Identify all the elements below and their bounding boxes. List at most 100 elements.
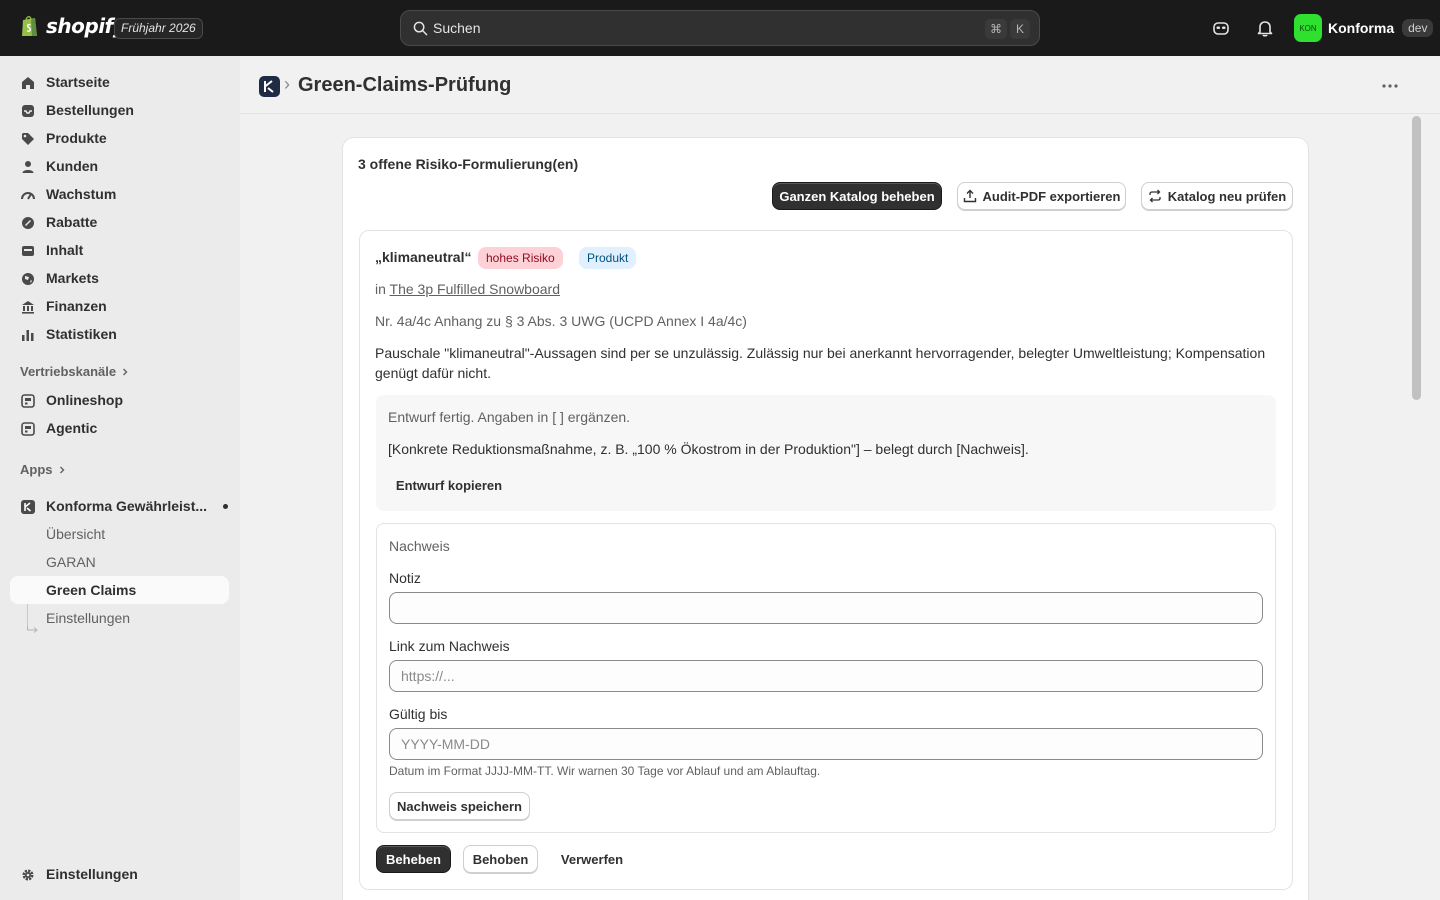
sidekick-icon [1213,22,1229,35]
store-env-badge: dev [1402,19,1434,37]
shortcut-cmd-key: ⌘ [985,19,1007,39]
sidebar-subitem-einstellungen[interactable]: Einstellungen [10,604,229,632]
sidebar-item-markets[interactable]: Markets [10,264,229,292]
refresh-icon [1149,189,1161,203]
bell-icon [1257,21,1273,37]
edition-badge[interactable]: Frühjahr 2026 [114,18,203,39]
open-risks-title: 3 offene Risiko-Formulierung(en) [358,156,579,172]
copy-draft-button[interactable]: Entwurf kopieren [388,471,510,499]
page-header: › Green-Claims-Prüfung [240,56,1440,114]
sidebar-item-bestellungen[interactable]: Bestellungen [10,96,229,124]
chevron-right-icon [59,466,64,473]
more-actions-button[interactable] [1378,74,1402,98]
sidebar-item-label: Kunden [46,158,99,174]
search-icon [413,21,428,36]
store-switcher[interactable]: KON Konforma dev [1294,14,1434,42]
home-icon [22,77,34,89]
konforma-logo-icon [264,80,274,93]
sidebar-item-produkte[interactable]: Produkte [10,124,229,152]
scrollbar-thumb[interactable] [1412,116,1421,400]
valid-until-label: Gültig bis [389,706,448,722]
sidebar-item-label: Inhalt [46,242,84,258]
search-bar[interactable]: Suchen ⌘ K [400,10,1040,46]
button-label: Verwerfen [560,851,624,867]
legal-reference: Nr. 4a/4c Anhang zu § 3 Abs. 3 UWG (UCPD… [375,313,747,329]
shopify-bag-icon [22,16,37,36]
sidebar-item-konforma-app[interactable]: Konforma Gewährleist... [10,492,229,520]
globe-icon [22,273,34,285]
mark-fixed-button[interactable]: Behoben [463,845,538,873]
apps-heading[interactable]: Apps [20,462,67,477]
sidebar-item-onlineshop[interactable]: Onlineshop [10,386,229,414]
claim-location: in The 3p Fulfilled Snowboard [375,281,560,297]
button-label: Behoben [472,851,529,867]
bank-icon [22,301,34,314]
sidebar-item-label: GARAN [46,554,96,570]
shortcut-k-key: K [1010,19,1030,39]
app-logo-icon[interactable] [259,76,280,97]
claim-explanation: Pauschale "klimaneutral"-Aussagen sind p… [375,345,1266,381]
fix-claim-button[interactable]: Beheben [376,845,451,873]
sidebar-subitem-green-claims[interactable]: Green Claims [10,576,229,604]
recheck-catalog-button[interactable]: Katalog neu prüfen [1141,182,1293,210]
sidebar-item-label: Übersicht [46,526,106,542]
sidekick-button[interactable] [1210,17,1232,39]
note-input[interactable] [389,592,1263,624]
sidebar-item-label: Markets [46,270,99,286]
sidebar-item-wachstum[interactable]: Wachstum [10,180,229,208]
sidebar-item-rabatte[interactable]: Rabatte [10,208,229,236]
sidebar-item-label: Einstellungen [46,610,131,626]
draft-status: Entwurf fertig. Angaben in [ ] ergänzen. [388,409,631,425]
sidebar-item-label: Finanzen [46,298,107,314]
claim-word: „klimaneutral“ [375,249,472,265]
claim-item: „klimaneutral“ hohes Risiko Produkt in T… [359,230,1293,890]
sidebar-item-label: Einstellungen [46,866,138,882]
note-label: Notiz [389,570,421,586]
sidebar-item-agentic[interactable]: Agentic [10,414,229,442]
sidebar-item-kunden[interactable]: Kunden [10,152,229,180]
sidebar-item-inhalt[interactable]: Inhalt [10,236,229,264]
store-avatar: KON [1294,14,1322,42]
content-icon [22,246,34,256]
shopify-logo[interactable]: shopify [20,14,126,38]
app-status-dot [223,504,228,509]
button-label: Katalog neu prüfen [1167,188,1287,204]
valid-until-input[interactable] [389,728,1263,760]
product-link[interactable]: The 3p Fulfilled Snowboard [390,281,560,297]
button-label: Ganzen Katalog beheben [779,188,935,204]
type-badge: Produkt [579,247,637,269]
fix-catalog-button[interactable]: Ganzen Katalog beheben [772,182,942,210]
button-label: Audit-PDF exportieren [982,188,1121,204]
date-help-text: Datum im Format JJJJ-MM-TT. Wir warnen 3… [389,764,821,778]
sidebar-item-label: Wachstum [46,186,117,202]
gauge-icon [21,192,35,200]
chart-icon [22,330,34,341]
sidebar-subitem-uebersicht[interactable]: Übersicht [10,520,229,548]
sidebar-item-label: Statistiken [46,326,117,342]
ellipsis-icon [1382,84,1398,88]
sidebar-item-statistiken[interactable]: Statistiken [10,320,229,348]
store-icon [21,422,35,436]
sidebar-item-finanzen[interactable]: Finanzen [10,292,229,320]
sidebar-item-label: Konforma Gewährleist... [46,498,208,514]
export-audit-pdf-button[interactable]: Audit-PDF exportieren [957,182,1126,210]
save-evidence-button[interactable]: Nachweis speichern [389,792,530,820]
sidebar-item-startseite[interactable]: Startseite [10,68,229,96]
claims-card: 3 offene Risiko-Formulierung(en) Ganzen … [342,137,1309,900]
top-bar: shopify Frühjahr 2026 Suchen ⌘ K KON Kon… [0,0,1440,56]
channels-heading[interactable]: Vertriebskanäle [20,364,130,379]
sidebar-subitem-garan[interactable]: GARAN [10,548,229,576]
sidebar-item-label: Bestellungen [46,102,134,118]
discard-button[interactable]: Verwerfen [550,845,634,873]
notifications-button[interactable] [1254,17,1276,39]
sidebar-item-label: Agentic [46,420,98,436]
sidebar-item-label: Onlineshop [46,392,123,408]
sidebar-item-label: Green Claims [46,582,137,598]
sidebar-item-label: Produkte [46,130,107,146]
draft-box: Entwurf fertig. Angaben in [ ] ergänzen.… [376,395,1276,511]
button-label: Nachweis speichern [397,798,522,814]
sidebar-item-settings[interactable]: Einstellungen [10,860,229,888]
tag-icon [22,133,34,145]
gear-icon [22,869,34,881]
evidence-link-input[interactable] [389,660,1263,692]
